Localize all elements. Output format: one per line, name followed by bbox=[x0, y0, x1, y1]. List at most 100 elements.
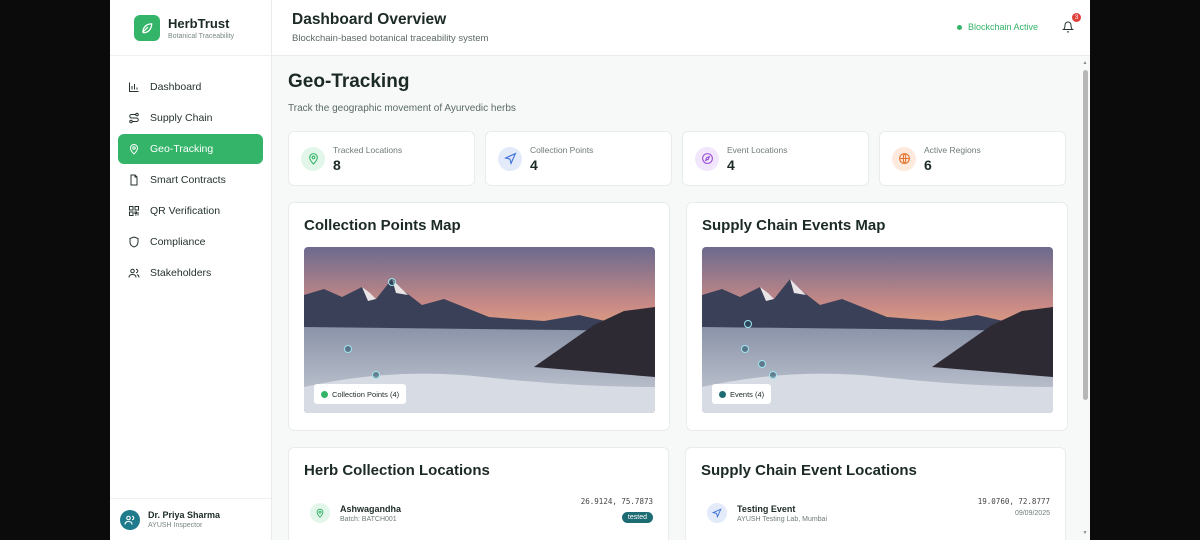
brand[interactable]: HerbTrust Botanical Traceability bbox=[110, 0, 271, 56]
map-pin-marker[interactable] bbox=[344, 345, 352, 353]
sidebar-item-qr-verification[interactable]: QR Verification bbox=[118, 196, 263, 226]
topbar-subtitle: Blockchain-based botanical traceability … bbox=[292, 33, 489, 44]
map-pin-icon bbox=[128, 143, 140, 155]
avatar bbox=[120, 509, 140, 530]
sidebar-item-smart-contracts[interactable]: Smart Contracts bbox=[118, 165, 263, 195]
bar-chart-icon bbox=[128, 81, 140, 93]
stat-value: 4 bbox=[727, 156, 735, 173]
route-icon bbox=[128, 112, 140, 124]
map-pin-marker[interactable] bbox=[372, 371, 380, 379]
stat-card-collection-points: Collection Points 4 bbox=[485, 131, 672, 186]
collection-locations-card: Herb Collection Locations Ashwagandha Ba… bbox=[288, 447, 669, 540]
topbar: Dashboard Overview Blockchain-based bota… bbox=[272, 0, 1090, 56]
legend-label: Collection Points (4) bbox=[332, 389, 400, 399]
bell-icon[interactable]: 3 bbox=[1061, 13, 1081, 34]
vertical-scrollbar[interactable]: ▲ ▼ bbox=[1082, 60, 1088, 536]
users-icon bbox=[128, 267, 140, 279]
brand-name: HerbTrust bbox=[168, 15, 230, 31]
sidebar-item-label: Dashboard bbox=[150, 81, 202, 93]
file-icon bbox=[128, 174, 140, 186]
stat-card-active-regions: Active Regions 6 bbox=[879, 131, 1066, 186]
navigation-icon bbox=[707, 503, 727, 523]
leaf-icon bbox=[134, 14, 160, 41]
compass-icon bbox=[695, 146, 719, 171]
stat-label: Event Locations bbox=[727, 144, 788, 155]
map-title: Collection Points Map bbox=[304, 217, 461, 234]
map-title: Supply Chain Events Map bbox=[702, 217, 886, 234]
legend-dot-icon bbox=[321, 390, 328, 398]
map-pin-marker[interactable] bbox=[741, 345, 749, 353]
sidebar-item-geo-tracking[interactable]: Geo-Tracking bbox=[118, 134, 263, 164]
collection-map[interactable]: Collection Points (4) bbox=[304, 247, 655, 413]
page-content: Geo-Tracking Track the geographic moveme… bbox=[272, 57, 1090, 540]
legend-label: Events (4) bbox=[730, 389, 765, 399]
scroll-down-icon[interactable]: ▼ bbox=[1082, 530, 1088, 536]
sidebar-item-compliance[interactable]: Compliance bbox=[118, 227, 263, 257]
main-area: Dashboard Overview Blockchain-based bota… bbox=[272, 0, 1090, 540]
stat-label: Active Regions bbox=[924, 144, 981, 155]
sidebar-item-label: Compliance bbox=[150, 236, 206, 248]
sidebar-item-label: Geo-Tracking bbox=[150, 143, 214, 155]
map-pin-icon bbox=[301, 146, 325, 171]
brand-subtitle: Botanical Traceability bbox=[168, 32, 235, 40]
sidebar-item-label: Supply Chain bbox=[150, 112, 213, 124]
list-item[interactable]: Ashwagandha Batch: BATCH001 26.9124, 75.… bbox=[304, 497, 653, 523]
page-subtitle: Track the geographic movement of Ayurved… bbox=[288, 103, 516, 114]
sidebar-item-supply-chain[interactable]: Supply Chain bbox=[118, 103, 263, 133]
qr-code-icon bbox=[128, 205, 140, 217]
events-map-card: Supply Chain Events Map Events (4) bbox=[686, 202, 1068, 431]
sidebar-item-label: Smart Contracts bbox=[150, 174, 226, 186]
list-item[interactable]: Testing Event AYUSH Testing Lab, Mumbai … bbox=[701, 497, 1050, 523]
navigation-icon bbox=[498, 146, 522, 171]
stat-value: 8 bbox=[333, 156, 341, 173]
status-dot-icon bbox=[956, 24, 962, 30]
app-window: HerbTrust Botanical Traceability Dashboa… bbox=[110, 0, 1090, 540]
scroll-up-icon[interactable]: ▲ bbox=[1082, 60, 1088, 66]
batch-id: Batch: BATCH001 bbox=[340, 515, 397, 523]
locations-row: Herb Collection Locations Ashwagandha Ba… bbox=[288, 447, 1066, 540]
user-profile[interactable]: Dr. Priya Sharma AYUSH Inspector bbox=[110, 498, 271, 540]
event-place: AYUSH Testing Lab, Mumbai bbox=[737, 515, 828, 523]
sidebar: HerbTrust Botanical Traceability Dashboa… bbox=[110, 0, 272, 540]
herb-name: Ashwagandha bbox=[340, 503, 402, 514]
status-badge: tested bbox=[621, 512, 653, 523]
event-date: 09/09/2025 bbox=[1014, 510, 1050, 517]
map-pin-icon bbox=[310, 503, 330, 523]
stat-card-tracked-locations: Tracked Locations 8 bbox=[288, 131, 475, 186]
sidebar-item-stakeholders[interactable]: Stakeholders bbox=[118, 258, 263, 288]
notification-badge: 3 bbox=[1072, 13, 1081, 22]
event-name: Testing Event bbox=[737, 503, 796, 514]
map-pin-marker[interactable] bbox=[388, 278, 396, 286]
sidebar-nav: Dashboard Supply Chain Geo-Tracking Smar… bbox=[110, 56, 271, 289]
shield-icon bbox=[128, 236, 140, 248]
sidebar-item-dashboard[interactable]: Dashboard bbox=[118, 72, 263, 102]
stat-label: Collection Points bbox=[530, 144, 594, 155]
collection-map-card: Collection Points Map Collection Points … bbox=[288, 202, 670, 431]
topbar-title: Dashboard Overview bbox=[292, 11, 447, 28]
events-map[interactable]: Events (4) bbox=[702, 247, 1053, 413]
status-label: Blockchain Active bbox=[967, 22, 1038, 32]
blockchain-status: Blockchain Active bbox=[956, 22, 1038, 32]
globe-icon bbox=[892, 146, 916, 171]
stat-value: 4 bbox=[530, 156, 538, 173]
section-title: Supply Chain Event Locations bbox=[701, 462, 917, 479]
coordinates: 26.9124, 75.7873 bbox=[580, 497, 653, 506]
section-title: Herb Collection Locations bbox=[304, 462, 490, 479]
scrollbar-thumb[interactable] bbox=[1083, 70, 1088, 400]
map-pin-marker[interactable] bbox=[744, 320, 752, 328]
stat-value: 6 bbox=[924, 156, 932, 173]
stat-card-event-locations: Event Locations 4 bbox=[682, 131, 869, 186]
coordinates: 19.0760, 72.8777 bbox=[977, 497, 1050, 506]
sidebar-item-label: QR Verification bbox=[150, 205, 221, 217]
map-legend: Events (4) bbox=[712, 384, 772, 404]
map-legend: Collection Points (4) bbox=[314, 384, 407, 404]
map-pin-marker[interactable] bbox=[758, 360, 766, 368]
sidebar-item-label: Stakeholders bbox=[150, 267, 212, 279]
user-role: AYUSH Inspector bbox=[148, 522, 203, 529]
event-locations-card: Supply Chain Event Locations Testing Eve… bbox=[685, 447, 1066, 540]
legend-dot-icon bbox=[719, 390, 726, 398]
map-pin-marker[interactable] bbox=[769, 371, 777, 379]
maps-row: Collection Points Map Collection Points … bbox=[288, 202, 1068, 431]
user-name: Dr. Priya Sharma bbox=[148, 510, 221, 520]
stats-row: Tracked Locations 8 Collection Points 4 … bbox=[288, 131, 1066, 186]
